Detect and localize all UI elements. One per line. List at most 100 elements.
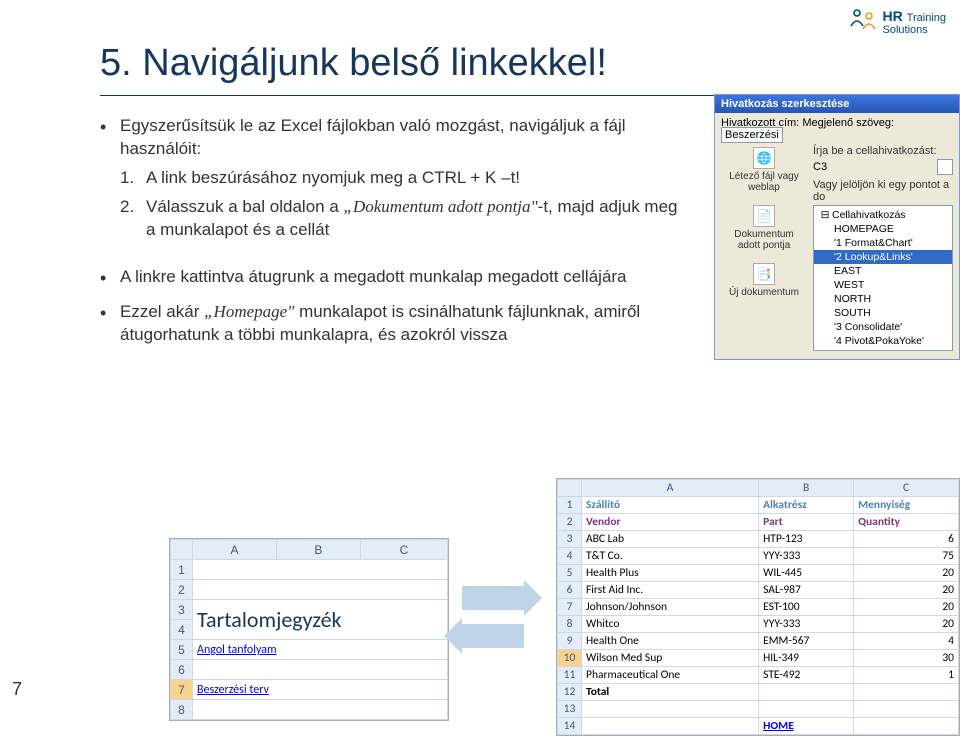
row-header[interactable]: 10 [558,650,582,667]
cell[interactable] [854,684,959,701]
tree-group[interactable]: ⊟Cellahivatkozás [814,208,952,222]
dialog-cellref-input[interactable]: C3 [813,161,933,173]
row-header[interactable]: 2 [171,580,193,600]
row-header[interactable]: 7 [558,599,582,616]
cell[interactable]: 20 [854,599,959,616]
cell[interactable]: STE-492 [759,667,854,684]
cell[interactable]: Quantity [854,514,959,531]
tree-item[interactable]: NORTH [814,292,952,306]
row-header[interactable]: 4 [558,548,582,565]
col-header[interactable]: C [854,480,959,497]
cell[interactable] [193,660,448,680]
row-header[interactable]: 8 [558,616,582,633]
cell[interactable]: Mennyiség [854,497,959,514]
tree-item[interactable]: '3 Consolidate' [814,320,952,334]
tree-item[interactable]: '1 Format&Chart' [814,236,952,250]
cell[interactable]: 75 [854,548,959,565]
cell[interactable] [193,580,448,600]
tree-item-selected[interactable]: '2 Lookup&Links' [814,250,952,264]
tree-item[interactable]: HOMEPAGE [814,222,952,236]
cell[interactable]: WIL-445 [759,565,854,582]
cell[interactable]: HTP-123 [759,531,854,548]
col-header[interactable]: B [759,480,854,497]
cell[interactable]: Pharmaceutical One [582,667,759,684]
col-header[interactable]: A [193,540,277,560]
cell[interactable]: 20 [854,565,959,582]
brand-logo: HR Training Solutions [847,6,946,38]
col-header[interactable]: A [582,480,759,497]
cell[interactable]: 20 [854,582,959,599]
tree-item[interactable]: WEST [814,278,952,292]
cell[interactable]: Vendor [582,514,759,531]
cell[interactable]: Health Plus [582,565,759,582]
cell[interactable] [759,684,854,701]
dialog-sheet-tree[interactable]: ⊟Cellahivatkozás HOMEPAGE '1 Format&Char… [813,205,953,351]
cell[interactable] [193,560,448,580]
row-header[interactable]: 5 [171,640,193,660]
row-header[interactable]: 11 [558,667,582,684]
dialog-display-value[interactable]: Beszerzési [721,127,783,143]
corner-cell[interactable] [171,540,193,560]
row-header[interactable]: 12 [558,684,582,701]
cell[interactable] [759,701,854,718]
cell[interactable]: SAL-987 [759,582,854,599]
toc-link-1[interactable]: Angol tanfolyam [197,643,277,657]
cell[interactable]: 30 [854,650,959,667]
tree-item[interactable]: '4 Pivot&PokaYoke' [814,334,952,348]
cell[interactable]: First Aid Inc. [582,582,759,599]
cell[interactable] [193,700,448,720]
row-header[interactable]: 7 [171,680,193,700]
cell[interactable]: Wilson Med Sup [582,650,759,667]
col-header[interactable]: C [360,540,447,560]
opt-existing-file[interactable]: 🌐Létező fájl vagy weblap [721,145,807,195]
row-header[interactable]: 3 [171,600,193,620]
tree-item[interactable]: SOUTH [814,306,952,320]
cell[interactable]: 6 [854,531,959,548]
row-header[interactable]: 6 [558,582,582,599]
cell[interactable]: YYY-333 [759,616,854,633]
cell[interactable]: Szállító [582,497,759,514]
row-header[interactable]: 1 [171,560,193,580]
row-header[interactable]: 9 [558,633,582,650]
row-header[interactable]: 6 [171,660,193,680]
cell[interactable]: Johnson/Johnson [582,599,759,616]
toc-link-2[interactable]: Beszerzési terv [197,683,269,697]
range-picker-icon[interactable] [937,159,953,175]
cell[interactable] [582,718,759,735]
corner-cell[interactable] [558,480,582,497]
cell[interactable]: EST-100 [759,599,854,616]
cell[interactable]: 1 [854,667,959,684]
row-header[interactable]: 8 [171,700,193,720]
cell[interactable]: 4 [854,633,959,650]
cell[interactable]: EMM-567 [759,633,854,650]
row-header[interactable]: 1 [558,497,582,514]
cell[interactable]: Health One [582,633,759,650]
cell[interactable]: Part [759,514,854,531]
cell[interactable]: 20 [854,616,959,633]
tree-item[interactable]: EAST [814,264,952,278]
toc-link-cell[interactable]: Beszerzési terv [193,680,448,700]
col-header[interactable]: B [276,540,360,560]
cell[interactable]: ABC Lab [582,531,759,548]
row-header[interactable]: 3 [558,531,582,548]
toc-title-cell[interactable]: Tartalomjegyzék [193,600,448,640]
row-header[interactable]: 14 [558,718,582,735]
row-header[interactable]: 4 [171,620,193,640]
home-link[interactable]: HOME [763,719,794,733]
opt-place-in-doc[interactable]: 📄Dokumentum adott pontja [721,203,807,253]
row-header[interactable]: 5 [558,565,582,582]
cell[interactable]: YYY-333 [759,548,854,565]
home-link-cell[interactable]: HOME [759,718,854,735]
cell[interactable]: Whitco [582,616,759,633]
toc-link-cell[interactable]: Angol tanfolyam [193,640,448,660]
cell[interactable]: HIL-349 [759,650,854,667]
row-header[interactable]: 2 [558,514,582,531]
cell[interactable] [854,701,959,718]
opt-new-doc[interactable]: 📑Új dokumentum [721,261,807,300]
total-cell[interactable]: Total [582,684,759,701]
row-header[interactable]: 13 [558,701,582,718]
cell[interactable] [582,701,759,718]
cell[interactable]: Alkatrész [759,497,854,514]
cell[interactable]: T&T Co. [582,548,759,565]
cell[interactable] [854,718,959,735]
